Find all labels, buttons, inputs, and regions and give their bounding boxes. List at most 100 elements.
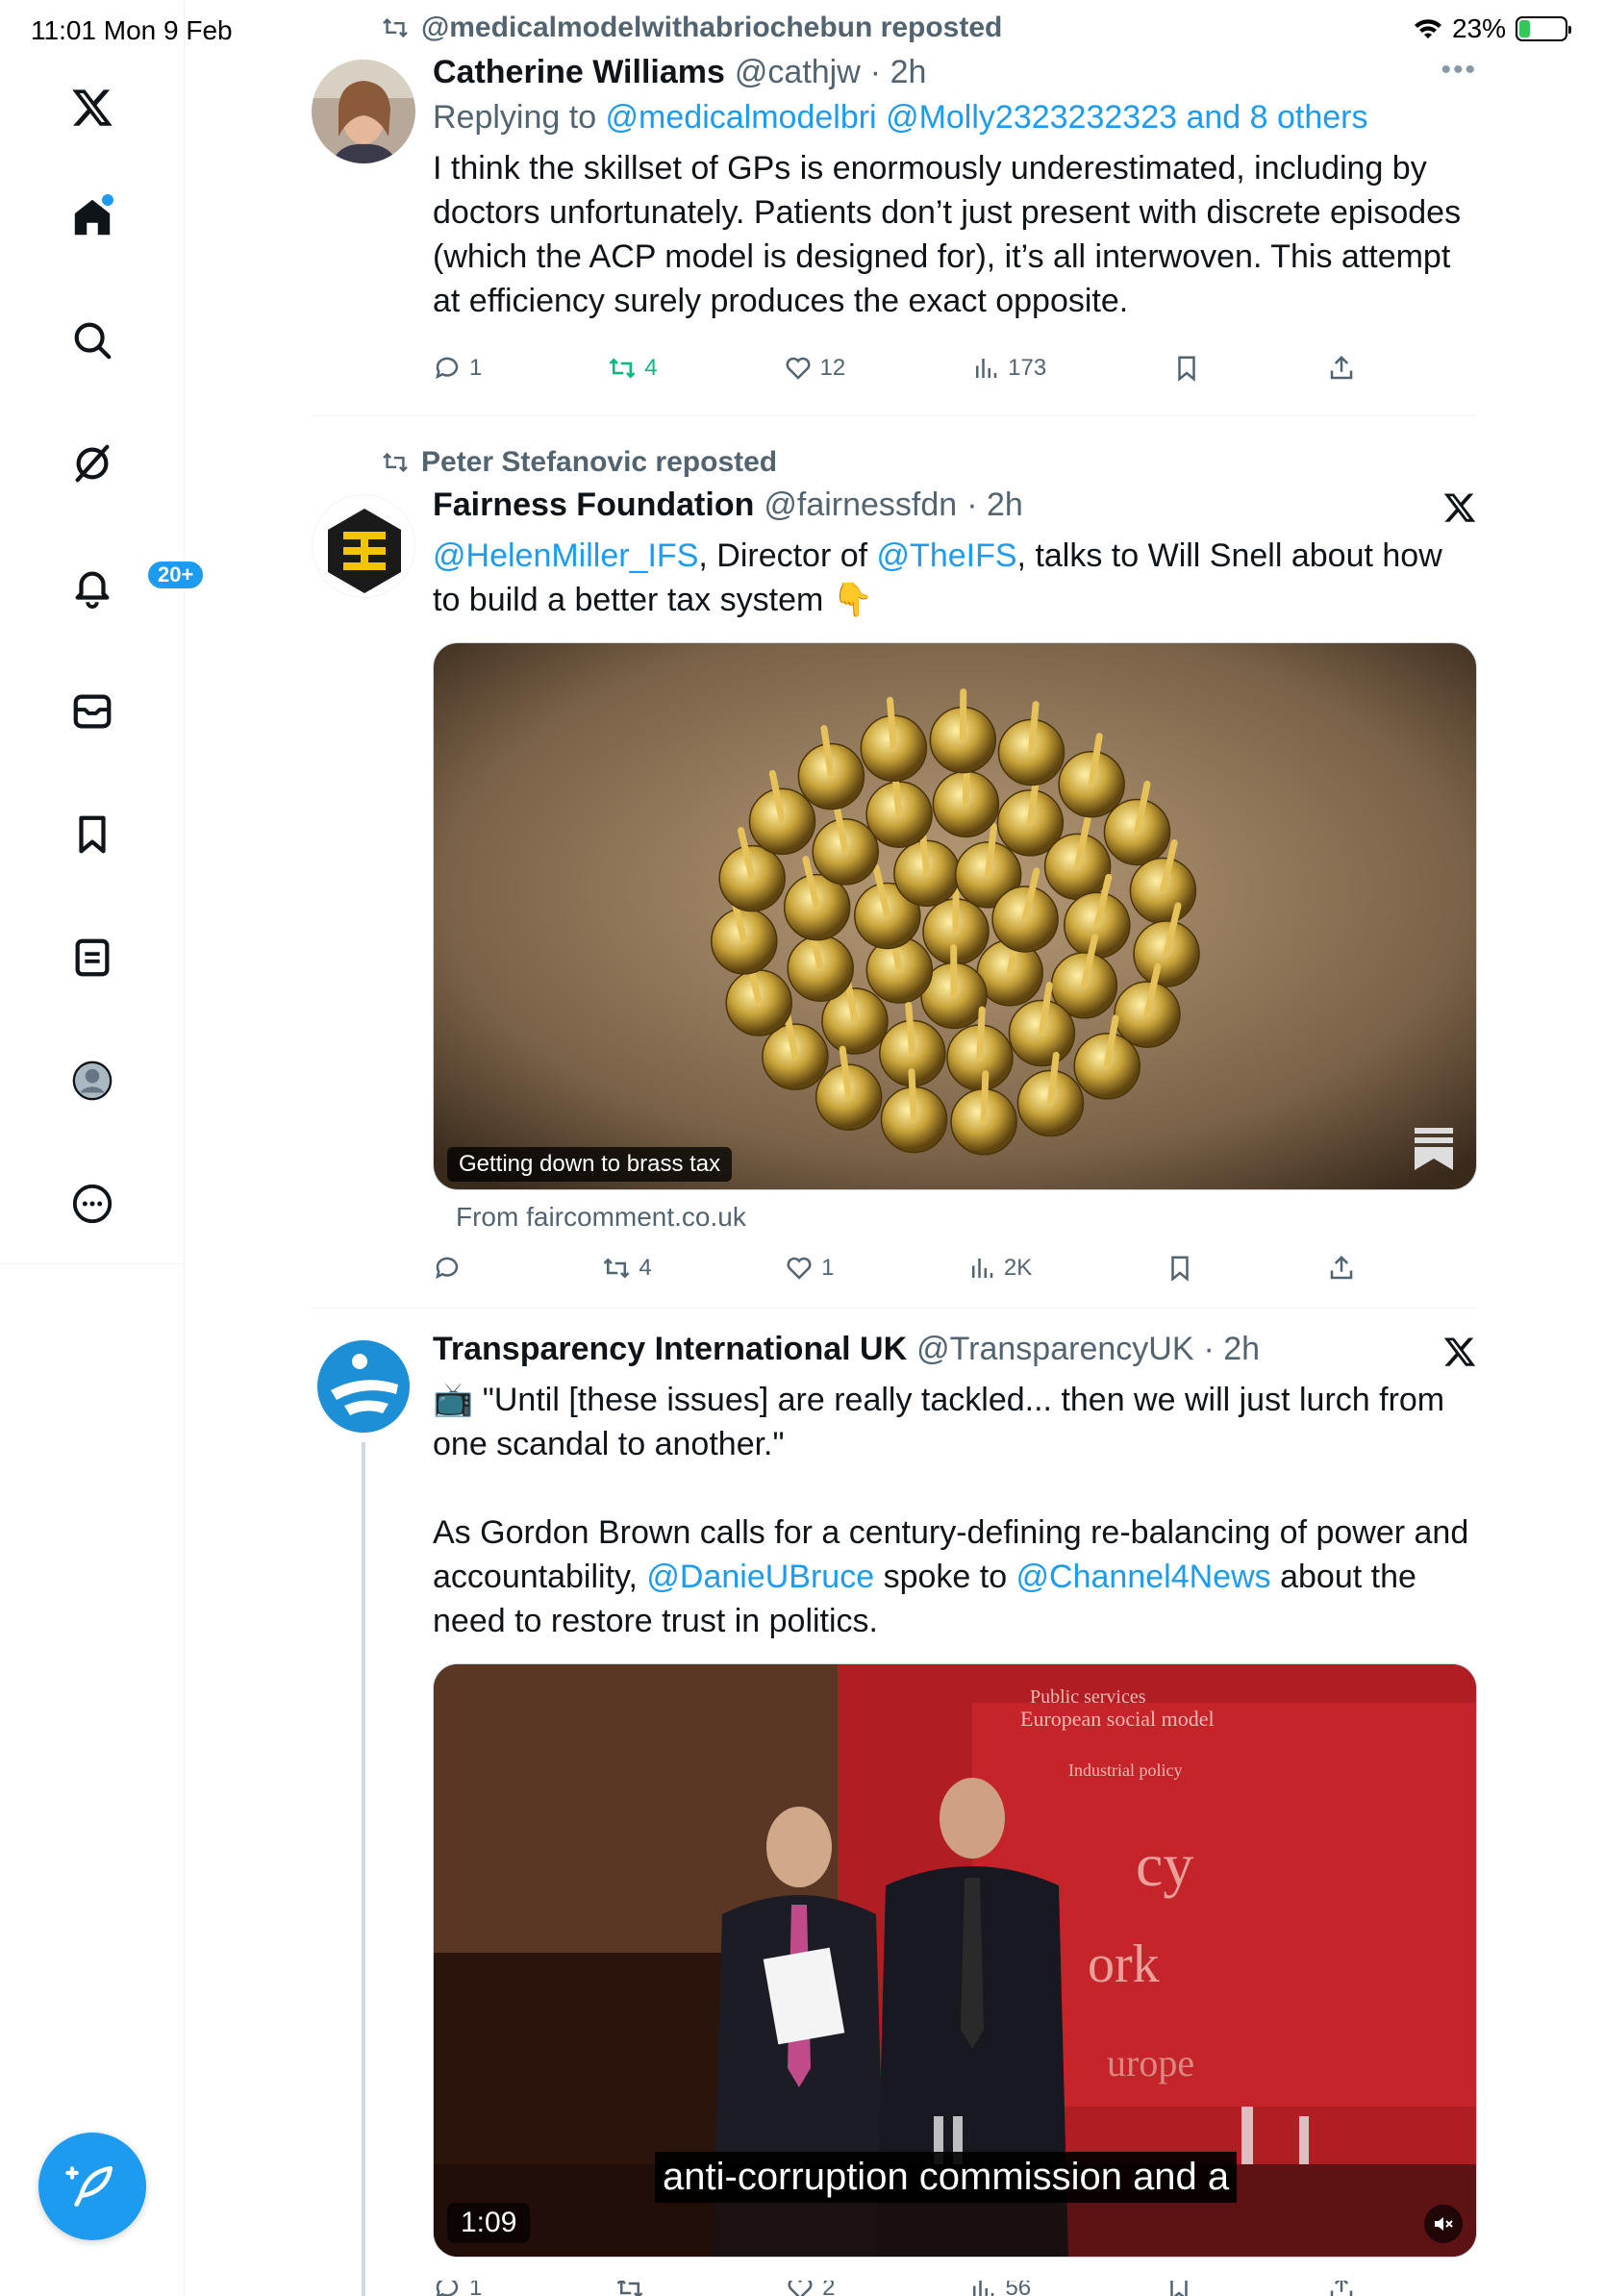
- repost-button[interactable]: [615, 2281, 652, 2296]
- author-avatar[interactable]: [312, 494, 415, 598]
- reply-mention-2[interactable]: @Molly2323232323: [886, 99, 1177, 136]
- reply-button[interactable]: 1: [433, 354, 482, 383]
- tweet-body: Catherine Williams @cathjw · 2h ••• Repl…: [433, 54, 1477, 323]
- author-handle[interactable]: @fairnessfdn: [764, 487, 957, 524]
- svg-text:cy: cy: [1136, 1831, 1193, 1899]
- reply-others[interactable]: and 8 others: [1186, 99, 1367, 136]
- views-button[interactable]: 2K: [967, 1254, 1032, 1283]
- tweet-time[interactable]: · 2h: [966, 487, 1023, 524]
- bookmark-icon: [1170, 2281, 1188, 2296]
- x-logo-icon[interactable]: [1442, 490, 1477, 525]
- bookmark-icon: [1170, 1256, 1189, 1282]
- tweet-body: Fairness Foundation @fairnessfdn · 2h @H…: [433, 487, 1477, 622]
- home-notification-dot: [102, 194, 113, 206]
- tweet-card[interactable]: Transparency International UK @Transpare…: [312, 1308, 1477, 2296]
- brass-pin-point: [905, 1002, 916, 1058]
- link-source[interactable]: From faircomment.co.uk: [456, 1202, 746, 1233]
- more-options-icon[interactable]: [63, 1175, 121, 1233]
- tweet-card[interactable]: @medicalmodelwithabriochebun reposted Ca…: [312, 0, 1477, 417]
- view-count: 173: [1008, 355, 1047, 381]
- reply-mention-1[interactable]: @medicalmodelbri: [606, 99, 877, 136]
- svg-text:ork: ork: [1088, 1934, 1160, 1994]
- grok-icon[interactable]: [63, 435, 121, 492]
- like-button[interactable]: 1: [785, 1254, 834, 1283]
- notifications-badge: 20+: [146, 560, 206, 590]
- tweet-actions: 1 2 56: [433, 2281, 1356, 2296]
- views-button[interactable]: 56: [968, 2281, 1031, 2296]
- views-button[interactable]: 173: [971, 354, 1046, 383]
- notifications-bell-icon[interactable]: 20+: [63, 558, 206, 615]
- bookmark-button[interactable]: [1172, 354, 1201, 383]
- profile-avatar-icon[interactable]: [63, 1052, 121, 1110]
- status-time: 11:01 Mon 9 Feb: [31, 15, 233, 45]
- tweet-time[interactable]: · 2h: [870, 54, 927, 91]
- tweet-actions: 1 4 12 173: [433, 354, 1356, 383]
- video-subtitle: anti-corruption commission and a: [655, 2152, 1238, 2203]
- bookmark-button[interactable]: [1165, 2281, 1193, 2296]
- tweet-time[interactable]: · 2h: [1204, 1331, 1261, 1368]
- tweet-card[interactable]: Peter Stefanovic reposted Fairness Found…: [312, 417, 1477, 1309]
- repost-count: 4: [639, 1255, 652, 1281]
- brass-pin-point: [976, 1006, 986, 1061]
- svg-text:Industrial policy: Industrial policy: [1068, 1760, 1182, 1780]
- text-part-b: spoke to: [874, 1559, 1016, 1595]
- link-card-image[interactable]: Getting down to brass tax: [433, 642, 1477, 1190]
- svg-text:urope: urope: [1107, 2041, 1194, 2084]
- link-card-title: Getting down to brass tax: [447, 1147, 733, 1182]
- share-button[interactable]: [1327, 1254, 1356, 1283]
- author-handle[interactable]: @cathjw: [735, 54, 861, 91]
- reply-button[interactable]: [433, 1254, 469, 1283]
- thread-connector: [362, 1442, 365, 2296]
- bookmarks-icon[interactable]: [63, 806, 121, 863]
- tweet-body: Transparency International UK @Transpare…: [433, 1331, 1477, 1643]
- reply-count: 1: [469, 2281, 483, 2296]
- bookmark-icon: [1178, 356, 1195, 382]
- share-icon: [1330, 355, 1353, 380]
- author-name[interactable]: Fairness Foundation: [433, 487, 754, 524]
- repost-indicator: @medicalmodelwithabriochebun reposted: [381, 12, 1002, 44]
- repost-button[interactable]: 4: [608, 354, 658, 383]
- views-chart-icon: [973, 2281, 994, 2296]
- author-avatar[interactable]: [312, 1335, 415, 1438]
- x-logo-icon[interactable]: [1442, 1335, 1477, 1369]
- lists-icon[interactable]: [63, 929, 121, 986]
- more-menu-icon[interactable]: •••: [1441, 54, 1477, 87]
- repost-icon: [383, 17, 408, 38]
- sidebar-bottom-divider: [0, 1263, 185, 1264]
- view-count: 2K: [1003, 1255, 1033, 1281]
- home-icon[interactable]: [63, 188, 121, 246]
- repost-icon: [383, 452, 408, 473]
- views-chart-icon: [971, 1259, 993, 1278]
- like-button[interactable]: 2: [786, 2281, 836, 2296]
- text-mention-2[interactable]: @TheIFS: [877, 537, 1017, 574]
- speaker-muted-icon: [1435, 2217, 1453, 2231]
- repost-count: 4: [644, 355, 658, 381]
- reply-button[interactable]: 1: [433, 2281, 482, 2296]
- text-mention-2[interactable]: @Channel4News: [1016, 1559, 1271, 1595]
- share-button[interactable]: [1327, 2281, 1356, 2296]
- author-name[interactable]: Transparency International UK: [433, 1331, 907, 1368]
- svg-text:Public services: Public services: [1030, 1686, 1146, 1708]
- tweet-text: @HelenMiller_IFS, Director of @TheIFS, t…: [433, 534, 1477, 622]
- text-mention-1[interactable]: @DanieUBruce: [646, 1559, 874, 1595]
- tweet-text: As Gordon Brown calls for a century-defi…: [433, 1510, 1477, 1643]
- repost-icon: [616, 2281, 643, 2296]
- reply-count: 1: [469, 355, 483, 381]
- text-mention-1[interactable]: @HelenMiller_IFS: [433, 537, 698, 574]
- search-icon[interactable]: [63, 312, 121, 369]
- author-avatar[interactable]: [312, 60, 415, 163]
- author-name[interactable]: Catherine Williams: [433, 54, 725, 91]
- author-handle[interactable]: @TransparencyUK: [916, 1331, 1193, 1368]
- bookmark-button[interactable]: [1165, 1254, 1194, 1283]
- like-button[interactable]: 12: [784, 354, 845, 383]
- x-logo-icon[interactable]: [63, 79, 121, 137]
- video-player[interactable]: Public services European social model In…: [433, 1663, 1477, 2258]
- brass-pin-point: [908, 1068, 918, 1124]
- compose-post-button[interactable]: [38, 2133, 146, 2240]
- share-button[interactable]: [1327, 354, 1356, 383]
- messages-icon[interactable]: [63, 683, 121, 740]
- reply-icon: [436, 357, 459, 380]
- share-icon: [1330, 2281, 1353, 2296]
- mute-button[interactable]: [1424, 2205, 1463, 2243]
- repost-button[interactable]: 4: [602, 1254, 652, 1283]
